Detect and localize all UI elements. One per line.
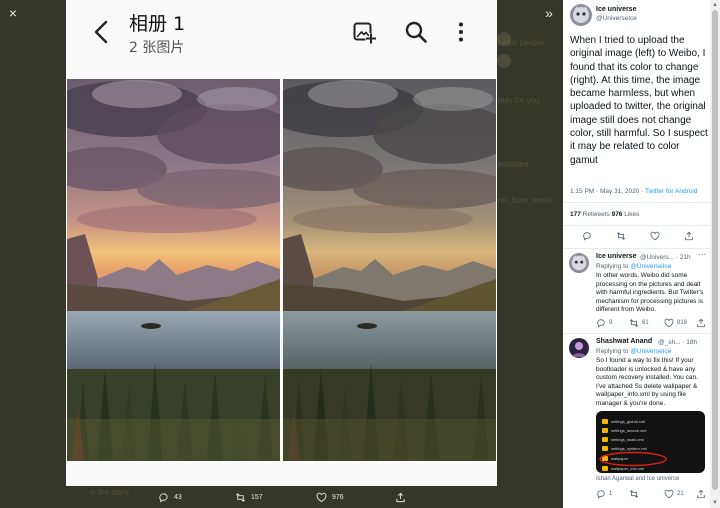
photo-processed[interactable]: [283, 79, 496, 461]
ghost-text: mr_from_tweet: [498, 196, 552, 205]
retweet-icon[interactable]: [629, 318, 639, 328]
reply-icon[interactable]: [582, 231, 592, 241]
replying-to: Replying to @UniverseIce: [596, 263, 671, 270]
tweet-action-row: [563, 231, 710, 243]
avatar[interactable]: [569, 338, 589, 358]
file-name: settings_secure.xml: [611, 427, 647, 433]
ghost-avatar: [497, 54, 511, 68]
author-handle[interactable]: @UniverseIce: [596, 15, 637, 22]
divider: [563, 202, 710, 203]
reply-button[interactable]: 43: [158, 489, 182, 505]
tweet-stats: 177 Retweets 976 Likes: [570, 211, 639, 218]
reply-icon[interactable]: [596, 318, 606, 328]
more-vertical-icon[interactable]: [449, 20, 473, 44]
tweet-text: When I tried to upload the original imag…: [570, 35, 708, 166]
file-icon: [602, 445, 608, 451]
phone-screenshot: 相册 1 2 张图片: [66, 0, 497, 486]
reply-count: 9: [609, 320, 613, 326]
back-arrow-icon[interactable]: [90, 18, 114, 46]
scrollbar[interactable]: ▲ ▼: [710, 0, 720, 508]
divider: [563, 225, 710, 226]
file-row: settings_secure.xml: [602, 426, 646, 434]
reply-action-row: 9 61 818: [563, 318, 710, 330]
tagged-users[interactable]: Ishan Agarwal and Ice universe: [596, 476, 679, 482]
image-action-bar: 43 157 976: [66, 486, 497, 508]
search-icon[interactable]: [404, 20, 428, 44]
ghost-text: establed: [498, 160, 529, 169]
heart-icon[interactable]: [650, 231, 660, 241]
file-icon: [602, 418, 608, 424]
file-row: settings_global.xml: [602, 417, 645, 425]
reply-author-handle[interactable]: @_sh... · 18h: [658, 339, 697, 346]
retweet-icon[interactable]: [629, 489, 639, 499]
album-subtitle: 2 张图片: [129, 40, 185, 56]
reply-count: 1: [609, 491, 613, 497]
replying-to: Replying to @UniverseIce: [596, 348, 671, 355]
like-count: 818: [677, 320, 688, 326]
replying-to-mention[interactable]: @UniverseIce: [630, 263, 671, 270]
add-photo-icon[interactable]: [352, 20, 376, 44]
retweet-count: 61: [642, 320, 649, 326]
reply-author-name[interactable]: Ice universe: [596, 253, 636, 260]
replying-to-prefix: Replying to: [596, 263, 631, 270]
heart-icon[interactable]: [664, 318, 674, 328]
divider: [563, 333, 710, 334]
file-name: settings_global.xml: [611, 418, 646, 424]
attached-screenshot[interactable]: settings_global.xml settings_secure.xml …: [596, 411, 705, 473]
file-icon: [602, 436, 608, 442]
scrollbar-thumb[interactable]: [712, 10, 718, 490]
retweet-icon: [236, 492, 245, 502]
heart-icon[interactable]: [664, 489, 674, 499]
share-icon[interactable]: [696, 318, 706, 328]
ghost-text: ireast people: [498, 38, 544, 47]
reply-action-row: 1 21: [596, 489, 710, 501]
like-button[interactable]: 976: [316, 489, 344, 505]
reply-author-name[interactable]: Shashwat Anand: [596, 338, 652, 345]
file-icon: [602, 427, 608, 433]
like-count: 21: [677, 491, 684, 497]
replying-to-prefix: Replying to: [596, 348, 631, 355]
retweet-count: 157: [251, 493, 263, 501]
avatar[interactable]: [570, 4, 592, 26]
tweet-time: 1:15 PM · May 31, 2020 ·: [570, 188, 646, 195]
reply-count: 43: [174, 493, 182, 501]
share-icon[interactable]: [684, 231, 694, 241]
reply-text: In other words, Weibo did some processin…: [596, 272, 704, 314]
reply-icon: [159, 492, 168, 503]
likes-count[interactable]: 976: [612, 211, 623, 218]
file-name: settings_ssaid.xml: [611, 436, 644, 442]
reply-text: So I found a way to fix this! If your bo…: [596, 357, 698, 407]
tweet-timestamp: 1:15 PM · May 31, 2020 · Twitter for And…: [570, 188, 697, 195]
scroll-down-arrow[interactable]: ▼: [711, 499, 719, 507]
share-icon[interactable]: [696, 489, 706, 499]
album-title: 相册 1: [129, 13, 186, 35]
likes-label: Likes: [622, 211, 640, 218]
replying-to-mention[interactable]: @UniverseIce: [630, 348, 671, 355]
retweets-count[interactable]: 177: [570, 211, 581, 218]
tweet-source[interactable]: Twitter for Android: [645, 188, 697, 195]
ghost-text: ouly for you: [498, 96, 540, 105]
retweets-label: Retweets: [580, 211, 612, 218]
album-header: 相册 1 2 张图片: [66, 0, 497, 76]
divider: [563, 248, 710, 249]
reply-author-handle[interactable]: @Univers... · 21h: [640, 254, 691, 261]
share-icon: [396, 492, 405, 502]
retweet-icon[interactable]: [616, 231, 626, 241]
close-icon[interactable]: ×: [4, 4, 22, 22]
author-name[interactable]: Ice universe: [596, 6, 636, 13]
like-count: 976: [332, 493, 344, 501]
scroll-up-arrow[interactable]: ▲: [711, 1, 719, 9]
reply-icon[interactable]: [596, 489, 606, 499]
share-button[interactable]: [395, 489, 406, 505]
collapse-panel-icon[interactable]: »: [539, 4, 559, 22]
photo-original[interactable]: [67, 79, 280, 461]
heart-icon: [316, 492, 327, 502]
more-icon[interactable]: ⋯: [698, 250, 706, 259]
file-name: settings_system.xml: [611, 445, 648, 451]
highlight-circle: [599, 451, 667, 467]
file-row: settings_ssaid.xml: [602, 435, 644, 443]
retweet-button[interactable]: 157: [235, 489, 263, 505]
avatar[interactable]: [569, 253, 589, 273]
